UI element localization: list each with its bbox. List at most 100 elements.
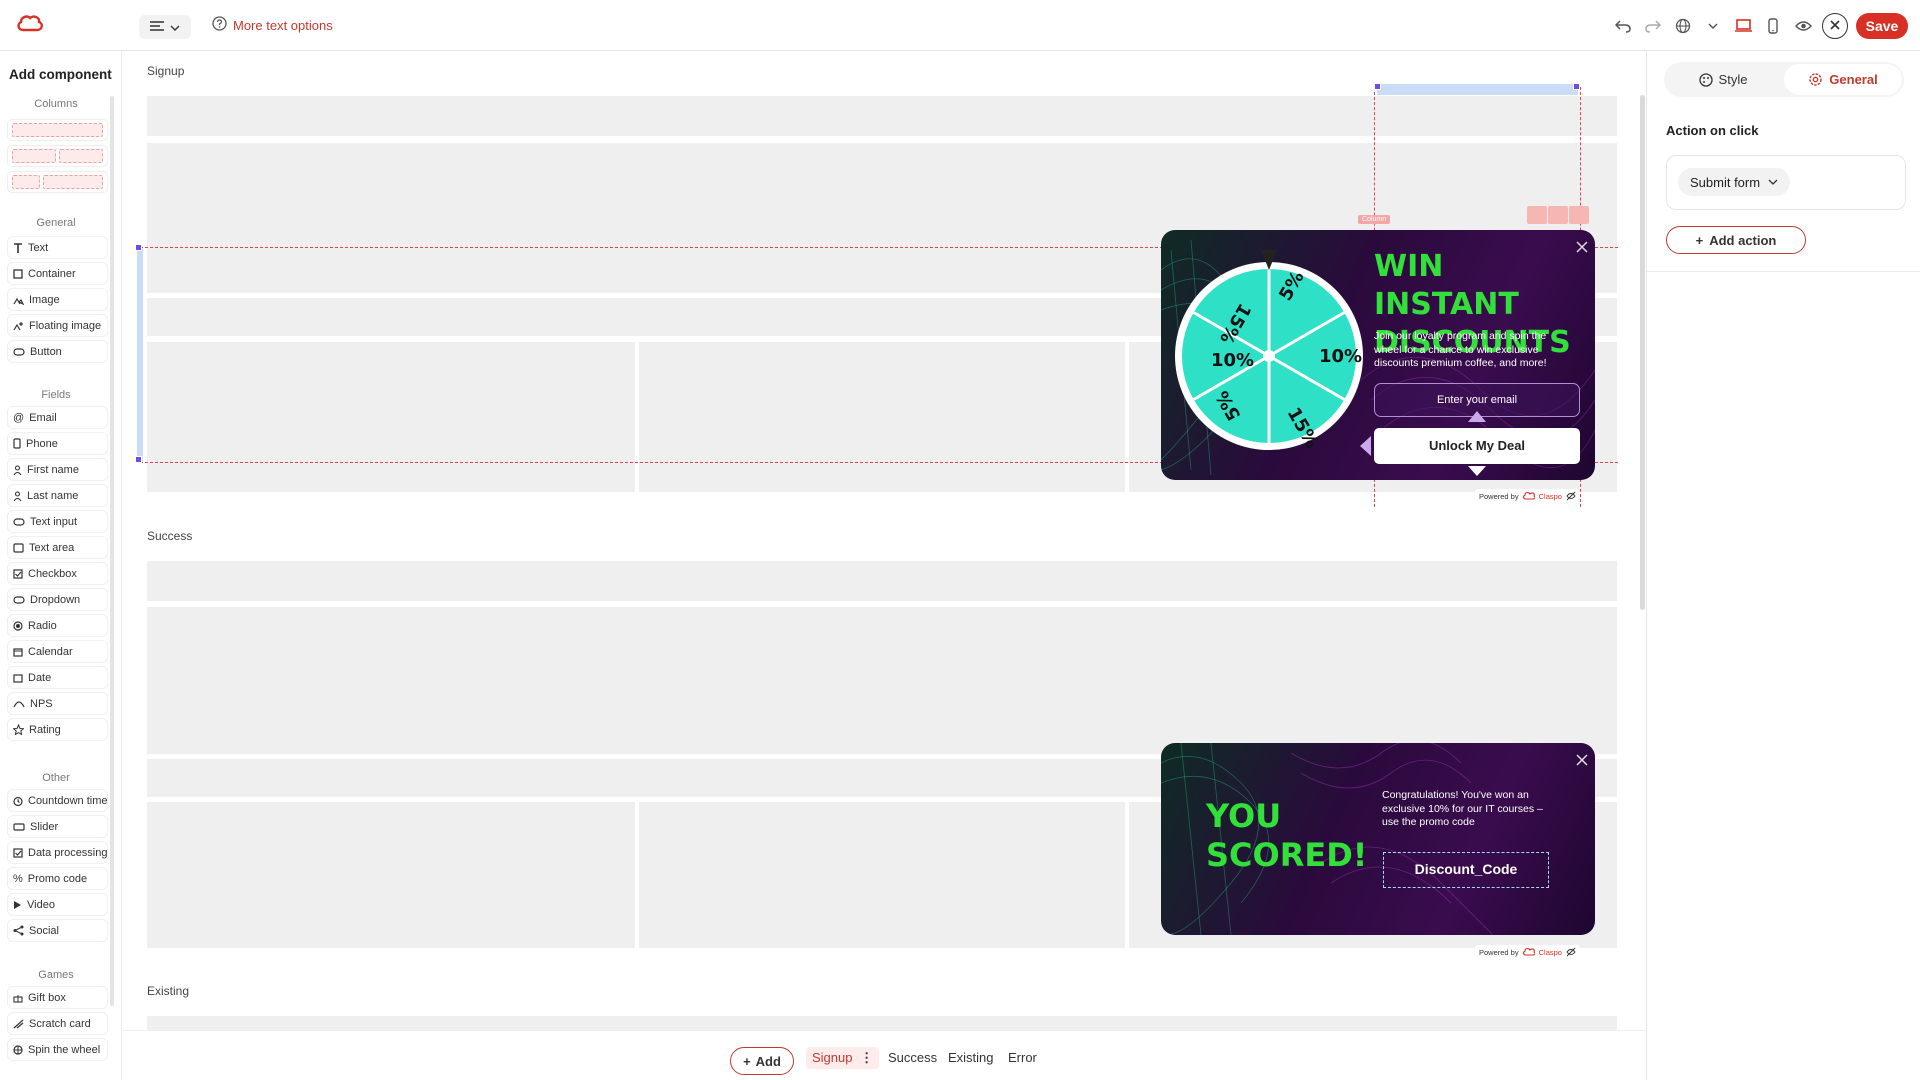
selection-left-bar [137, 248, 143, 462]
desktop-icon[interactable] [1732, 14, 1754, 38]
undo-icon[interactable] [1612, 14, 1634, 38]
container-icon [13, 268, 23, 279]
component-date[interactable]: Date [8, 667, 107, 688]
unlock-deal-button[interactable]: Unlock My Deal [1374, 428, 1580, 464]
action-on-click-heading: Action on click [1666, 123, 1759, 138]
section-success-label: Success [147, 529, 193, 543]
text-icon [14, 242, 22, 253]
success-row-1[interactable] [147, 561, 1617, 601]
powered-by-badge[interactable]: Powered by Claspo [1475, 945, 1580, 959]
component-scratch-card[interactable]: Scratch card [8, 1013, 107, 1034]
spacing-handle-icon[interactable] [1360, 436, 1371, 456]
component-rating[interactable]: Rating [8, 719, 107, 740]
component-dropdown[interactable]: Dropdown [8, 589, 107, 610]
wheel-segment-label: 10% [1211, 350, 1254, 371]
component-checkbox[interactable]: Checkbox [8, 563, 107, 584]
component-nps[interactable]: NPS [8, 693, 107, 714]
page-tab-existing[interactable]: Existing [948, 1050, 994, 1065]
add-action-button[interactable]: + Add action [1666, 226, 1806, 254]
component-data-processing[interactable]: Data processing [8, 842, 107, 863]
page-tabs-bar: + Add Signup ⋮ Success Existing Error [122, 1030, 1646, 1080]
section-fields-label: Fields [41, 389, 71, 401]
column-layout-2[interactable] [8, 146, 107, 166]
close-icon[interactable] [1575, 753, 1589, 767]
component-radio[interactable]: Radio [8, 615, 107, 636]
page-tab-error[interactable]: Error [1008, 1050, 1037, 1065]
powered-by-badge[interactable]: Powered by Claspo [1475, 489, 1580, 503]
selection-handle[interactable] [1573, 83, 1580, 90]
component-text-area[interactable]: Text area [8, 537, 107, 558]
globe-icon[interactable] [1672, 14, 1694, 38]
eye-icon[interactable] [1792, 14, 1814, 38]
add-page-button[interactable]: + Add [730, 1047, 794, 1075]
promo-code-box[interactable]: Discount_Code [1383, 852, 1549, 888]
selection-handle[interactable] [135, 244, 142, 251]
spacing-handle-icon[interactable] [1468, 411, 1486, 422]
existing-row-1[interactable] [147, 1016, 1617, 1030]
component-phone[interactable]: Phone [8, 433, 107, 454]
component-container[interactable]: Container [8, 263, 107, 284]
action-select[interactable]: Submit form [1678, 168, 1791, 196]
component-slider[interactable]: Slider [8, 816, 107, 837]
component-email[interactable]: @ Email [8, 407, 107, 428]
sidebar-scrollbar[interactable] [110, 96, 114, 1006]
component-video[interactable]: Video [8, 894, 107, 915]
plus-icon: + [743, 1053, 751, 1069]
spacing-handle-icon[interactable] [1468, 466, 1486, 476]
button-icon [13, 347, 25, 356]
success-row-2[interactable] [147, 607, 1617, 754]
floating-image-icon [13, 321, 23, 330]
close-icon [1830, 17, 1840, 35]
component-countdown-timer[interactable]: Countdown timer [8, 790, 107, 811]
component-floating-image[interactable]: Floating image [8, 315, 107, 336]
selection-handle[interactable] [135, 456, 142, 463]
column-layout-3[interactable] [8, 172, 107, 192]
component-promo-code[interactable]: % Promo code [8, 868, 107, 889]
signup-row-1[interactable] [147, 96, 1617, 136]
canvas-scrollbar[interactable] [1640, 95, 1645, 610]
toolbar-right-group: Save [1612, 13, 1908, 39]
tab-style[interactable]: Style [1664, 62, 1782, 97]
component-last-name[interactable]: Last name [8, 485, 107, 506]
success-cell-2[interactable] [639, 802, 1125, 948]
component-image[interactable]: Image [8, 289, 107, 310]
component-calendar[interactable]: Calendar [8, 641, 107, 662]
plus-icon: + [1695, 232, 1704, 248]
chevron-down-icon [1768, 179, 1778, 185]
date-icon [13, 673, 23, 683]
redo-icon[interactable] [1642, 14, 1664, 38]
component-button[interactable]: Button [8, 341, 107, 362]
page-tab-signup[interactable]: Signup ⋮ [806, 1047, 880, 1069]
more-vertical-icon[interactable]: ⋮ [860, 1050, 873, 1065]
text-input-icon [13, 517, 25, 526]
more-text-options-link[interactable]: More text options [212, 16, 333, 34]
slider-icon [13, 822, 25, 831]
signup-cell-2[interactable] [639, 342, 1125, 492]
radio-icon [13, 620, 23, 631]
column-mini-toolbar[interactable] [1527, 206, 1589, 224]
save-button[interactable]: Save [1856, 13, 1908, 39]
component-social[interactable]: Social [8, 920, 107, 941]
timer-icon [13, 796, 23, 806]
cloud-logo-icon[interactable] [16, 14, 44, 37]
mobile-icon[interactable] [1762, 14, 1784, 38]
chevron-down-icon[interactable] [1702, 14, 1724, 38]
tab-general[interactable]: General [1784, 64, 1902, 95]
text-format-dropdown[interactable] [139, 15, 191, 39]
eye-off-icon [1566, 491, 1576, 501]
component-text-input[interactable]: Text input [8, 511, 107, 532]
component-gift-box[interactable]: Gift box [8, 987, 107, 1008]
selection-handle[interactable] [1374, 83, 1381, 90]
success-cell-1[interactable] [147, 802, 635, 948]
component-spin-the-wheel[interactable]: Spin the wheel [8, 1039, 107, 1060]
column-layout-1[interactable] [8, 120, 107, 140]
scratch-icon [13, 1019, 24, 1028]
spin-wheel[interactable]: 5% 10% 15% 5% 10% 15% [1169, 244, 1369, 464]
component-text[interactable]: Text [8, 237, 107, 258]
close-editor-button[interactable] [1822, 13, 1848, 39]
page-tab-success[interactable]: Success [888, 1050, 937, 1065]
congrats-message: Congratulations! You've won an exclusive… [1382, 789, 1543, 828]
signup-cell-1[interactable] [147, 342, 635, 492]
component-first-name[interactable]: First name [8, 459, 107, 480]
section-columns-label: Columns [34, 98, 78, 110]
